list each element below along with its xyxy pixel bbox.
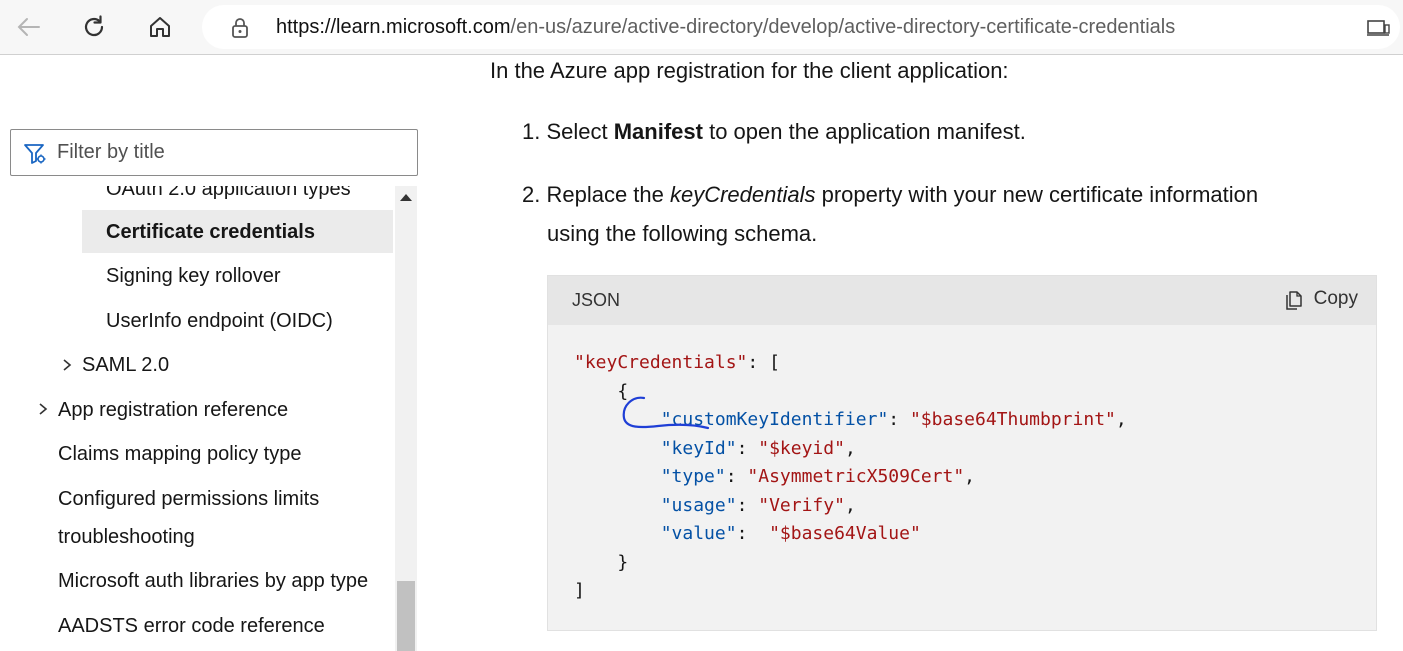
- address-bar[interactable]: https://learn.microsoft.com/en-us/azure/…: [202, 5, 1400, 49]
- step-2-italic: keyCredentials: [669, 182, 816, 207]
- code-language-label: JSON: [572, 290, 621, 310]
- table-of-contents: OAuth 2.0 application types Certificate …: [0, 186, 395, 651]
- step-2-suffix: property with your new certificate infor…: [815, 182, 1259, 207]
- code-token: "type": [660, 466, 726, 487]
- toc-item-aadsts-error-codes[interactable]: AADSTS error code reference: [58, 613, 325, 639]
- url-path: /en-us/azure/active-directory/develop/ac…: [510, 16, 1176, 38]
- back-arrow-icon: [17, 18, 40, 36]
- code-token: "value": [660, 523, 737, 544]
- scroll-up-arrow-icon[interactable]: [400, 194, 412, 201]
- step-1-prefix: 1. Select: [522, 119, 614, 144]
- code-token: "$base64Value": [769, 523, 921, 544]
- toc-item-configured-permissions[interactable]: Configured permissions limits: [58, 486, 319, 512]
- code-token: "usage": [660, 494, 737, 516]
- code-header: JSON Copy: [548, 276, 1376, 325]
- toc-item-app-registration-reference[interactable]: App registration reference: [58, 397, 288, 423]
- filter-box: [10, 129, 418, 176]
- toc-item-userinfo-endpoint[interactable]: UserInfo endpoint (OIDC): [106, 308, 333, 334]
- reader-view-icon[interactable]: [1366, 18, 1390, 38]
- toc-item-saml[interactable]: SAML 2.0: [82, 352, 169, 378]
- url-host: https://learn.microsoft.com: [276, 16, 511, 38]
- refresh-button[interactable]: [76, 10, 112, 44]
- chevron-right-icon[interactable]: [38, 402, 48, 416]
- step-1-bold: Manifest: [613, 119, 703, 144]
- toc-item-oauth-app-types[interactable]: OAuth 2.0 application types: [106, 186, 351, 202]
- toc-scrollbar[interactable]: [395, 186, 417, 651]
- step-2: 2. Replace the keyCredentials property w…: [522, 180, 1258, 210]
- code-token: ]: [574, 580, 585, 601]
- code-token: "Verify": [758, 494, 845, 516]
- toc-item-configured-permissions-line2[interactable]: troubleshooting: [58, 524, 195, 550]
- toc-item-claims-mapping-policy[interactable]: Claims mapping policy type: [58, 441, 301, 467]
- copy-label: Copy: [1313, 288, 1358, 309]
- step-1-suffix: to open the application manifest.: [702, 119, 1026, 144]
- code-token: "$base64Thumbprint": [909, 409, 1116, 430]
- code-block: JSON Copy "keyCredentials": [ { "customK…: [547, 275, 1377, 631]
- copy-button[interactable]: Copy: [1284, 288, 1358, 310]
- handwritten-annotation: [622, 396, 710, 430]
- scroll-thumb[interactable]: [397, 581, 415, 651]
- code-token: "keyId": [660, 437, 737, 459]
- toc-item-certificate-credentials[interactable]: Certificate credentials: [106, 219, 315, 245]
- code-token: "keyCredentials": [574, 352, 748, 373]
- home-button[interactable]: [142, 10, 178, 44]
- refresh-icon: [84, 15, 104, 37]
- intro-text: In the Azure app registration for the cl…: [490, 58, 1009, 83]
- chevron-right-icon[interactable]: [62, 358, 72, 372]
- step-1: 1. Select Manifest to open the applicati…: [522, 117, 1026, 147]
- code-content[interactable]: "keyCredentials": [ { "customKeyIdentifi…: [574, 349, 1127, 606]
- code-token: }: [617, 551, 629, 573]
- code-token: "$keyid": [758, 437, 845, 459]
- toc-item-signing-key-rollover[interactable]: Signing key rollover: [106, 263, 281, 289]
- url-text[interactable]: https://learn.microsoft.com/en-us/azure/…: [276, 16, 1175, 39]
- copy-icon: [1285, 291, 1302, 310]
- back-button[interactable]: [10, 10, 46, 44]
- step-2-prefix: 2. Replace the: [522, 182, 670, 207]
- step-2-line2: using the following schema.: [547, 221, 818, 246]
- browser-toolbar: https://learn.microsoft.com/en-us/azure/…: [0, 0, 1403, 55]
- lock-icon[interactable]: [230, 17, 250, 39]
- code-token: : [: [747, 352, 780, 373]
- filter-input[interactable]: [57, 138, 397, 166]
- filter-icon: [24, 144, 46, 164]
- code-token: "AsymmetricX509Cert": [747, 466, 965, 487]
- home-icon: [150, 17, 170, 37]
- toc-item-auth-libraries[interactable]: Microsoft auth libraries by app type: [58, 568, 368, 594]
